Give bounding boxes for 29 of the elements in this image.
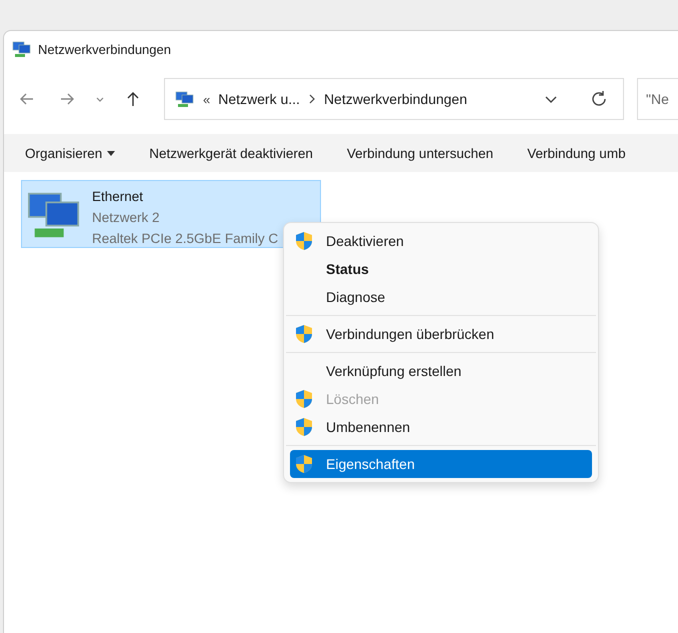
shield-icon bbox=[294, 324, 314, 344]
window-title: Netzwerkverbindungen bbox=[38, 42, 171, 56]
breadcrumb[interactable]: Netzwerkverbindungen bbox=[324, 91, 468, 107]
toolbar-button[interactable]: Netzwerkgerät deaktivieren bbox=[138, 138, 324, 168]
chevron-right-icon bbox=[308, 94, 316, 104]
menu-item[interactable]: Verknüpfung erstellen bbox=[290, 357, 592, 385]
toolbar-button[interactable]: Verbindung untersuchen bbox=[336, 138, 504, 168]
toolbar-button[interactable]: Verbindung umb bbox=[516, 138, 626, 168]
menu-item[interactable]: Status bbox=[290, 255, 592, 283]
address-bar[interactable]: « Netzwerk u... Netzwerkverbindungen bbox=[164, 78, 624, 120]
connection-name: Ethernet bbox=[92, 188, 144, 206]
menu-item[interactable]: Umbenennen bbox=[290, 413, 592, 441]
shield-icon bbox=[294, 389, 314, 409]
network-name: Netzwerk 2 bbox=[92, 209, 161, 227]
adapter-name: Realtek PCIe 2.5GbE Family C bbox=[92, 230, 278, 248]
shield-icon bbox=[294, 454, 314, 474]
toolbar-button[interactable]: Organisieren bbox=[14, 138, 126, 168]
connection-item[interactable]: Ethernet Netzwerk 2 Realtek PCIe 2.5GbE Family C bbox=[21, 180, 321, 248]
breadcrumb[interactable]: Netzwerk u... bbox=[218, 91, 300, 107]
menu-item[interactable]: Diagnose bbox=[290, 283, 592, 311]
network-computers-icon bbox=[175, 89, 195, 109]
chevron-down-icon bbox=[96, 96, 104, 102]
menu-item[interactable]: Verbindungen überbrücken bbox=[290, 320, 592, 348]
search-field[interactable]: "Ne bbox=[637, 78, 678, 120]
network-computers-icon bbox=[12, 39, 32, 59]
shield-icon bbox=[294, 231, 314, 251]
shield-icon bbox=[294, 417, 314, 437]
overflow-chevron[interactable]: « bbox=[203, 92, 210, 106]
menu-item[interactable]: Eigenschaften bbox=[290, 450, 592, 478]
